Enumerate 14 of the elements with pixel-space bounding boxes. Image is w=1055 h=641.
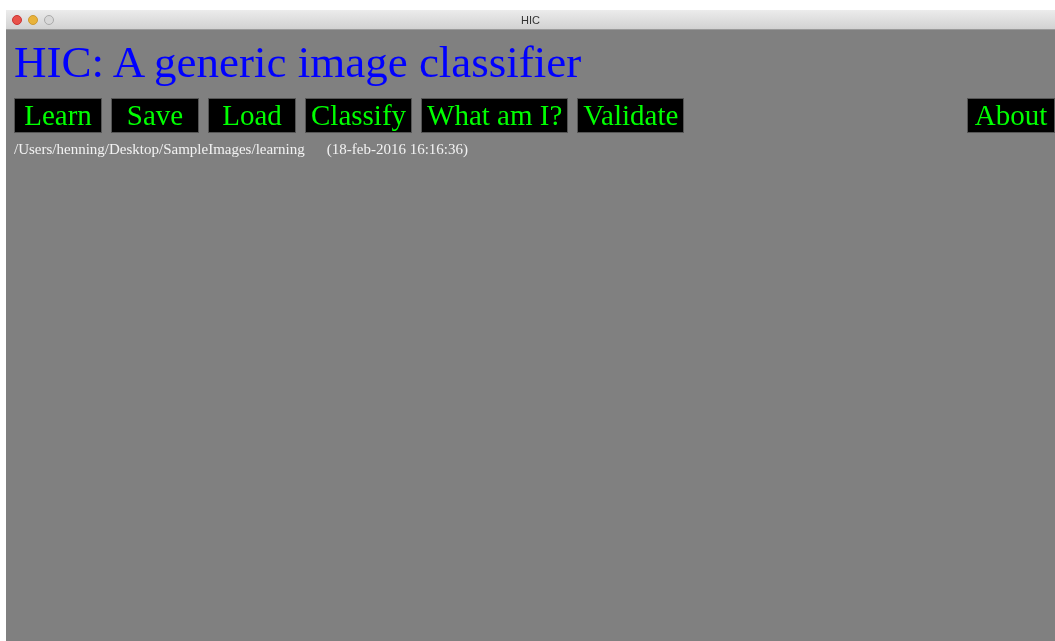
- minimize-button[interactable]: [28, 14, 38, 25]
- menu-button[interactable]: Load: [208, 98, 296, 133]
- menu-button[interactable]: Validate: [577, 98, 685, 133]
- folder-path: /Users/henning/Desktop/SampleImages/learning: [14, 141, 305, 158]
- menu-button[interactable]: Classify: [305, 98, 413, 133]
- about-button[interactable]: About: [967, 98, 1055, 133]
- close-button[interactable]: [12, 14, 22, 25]
- zoom-button[interactable]: [44, 14, 54, 25]
- timestamp: (18-feb-2016 16:16:36): [326, 141, 468, 158]
- menu-button[interactable]: What am I?: [421, 98, 569, 133]
- app-heading: HIC: A generic image classifier: [14, 36, 582, 89]
- menu-button[interactable]: Learn: [14, 98, 102, 133]
- menu-button[interactable]: Save: [111, 98, 199, 133]
- window-title: HIC: [520, 13, 541, 26]
